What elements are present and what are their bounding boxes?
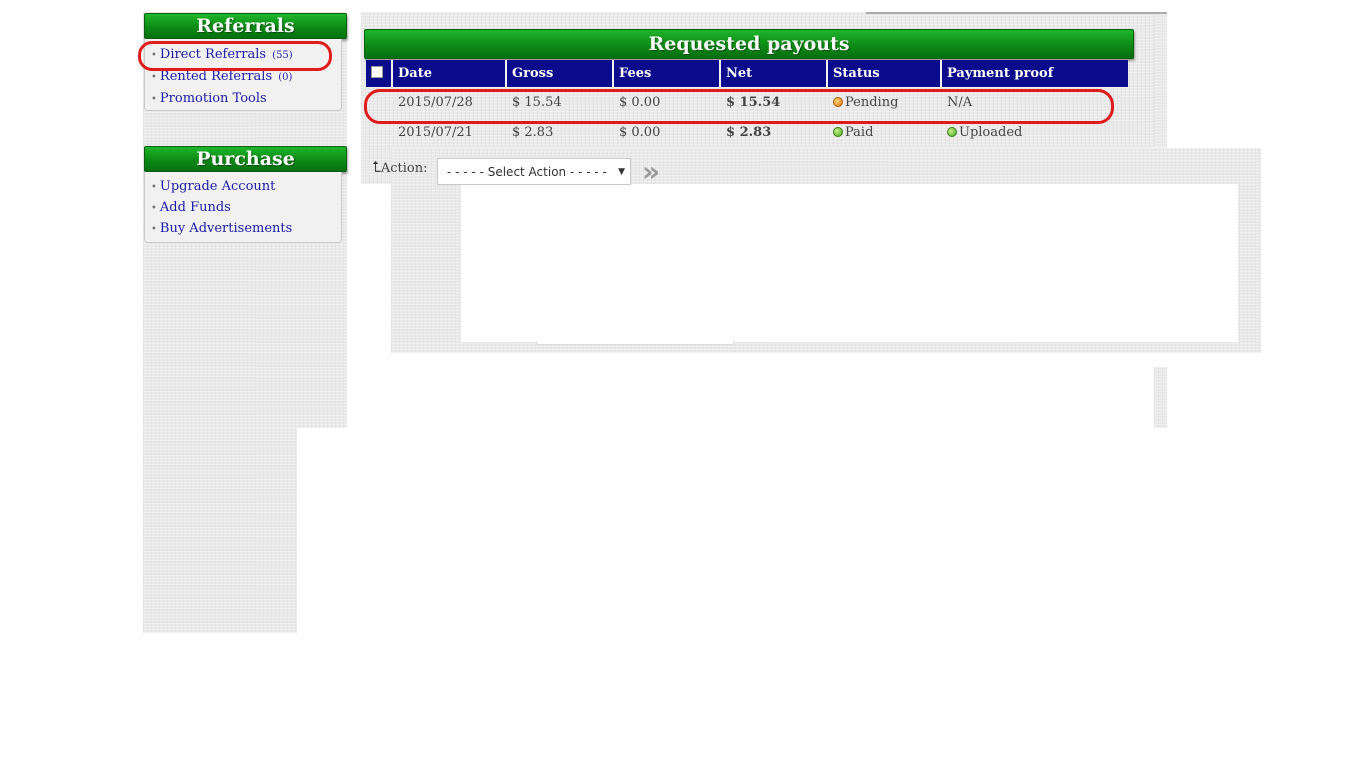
payouts-title: Requested payouts xyxy=(364,29,1134,59)
annotation-highlight-pending-row xyxy=(364,89,1114,124)
menu-item-count: (0) xyxy=(278,72,293,83)
column-header-status[interactable]: Status xyxy=(828,60,942,87)
proof-label: Uploaded xyxy=(959,124,1023,140)
menu-item-upgrade-account[interactable]: • Upgrade Account xyxy=(151,177,341,198)
dropdown-arrow-icon: ▼ xyxy=(618,167,625,177)
double-chevron-right-icon[interactable]: » xyxy=(642,158,670,186)
action-label: Action: xyxy=(380,161,428,176)
bullet-icon: • xyxy=(151,94,157,105)
select-all-header xyxy=(366,60,393,87)
right-strip-lower xyxy=(1154,367,1167,428)
bulk-action-row: ⮤Action: xyxy=(372,158,428,186)
menu-item-label: Rented Referrals xyxy=(159,69,273,84)
menu-item-label: Promotion Tools xyxy=(159,91,267,106)
bullet-icon: • xyxy=(151,182,157,193)
overlay-edge xyxy=(536,341,734,345)
status-label: Paid xyxy=(845,124,874,140)
right-strip xyxy=(1154,14,1167,147)
purchase-title: Purchase xyxy=(144,146,347,172)
uploaded-status-icon xyxy=(947,126,957,137)
bullet-icon: • xyxy=(151,224,157,235)
menu-item-label: Buy Advertisements xyxy=(159,221,293,236)
overlay-blank-area xyxy=(461,184,1238,342)
table-header-row: Date Gross Fees Net Status Payment proof xyxy=(366,60,1128,87)
column-header-fees[interactable]: Fees xyxy=(614,60,721,87)
bullet-icon: • xyxy=(151,72,157,83)
purchase-menu: • Upgrade Account • Add Funds • Buy Adverti… xyxy=(144,172,342,243)
referrals-title: Referrals xyxy=(144,13,347,39)
menu-item-label: Add Funds xyxy=(159,200,231,215)
paid-status-icon xyxy=(833,126,843,137)
select-all-checkbox[interactable] xyxy=(371,65,383,78)
corner-arrow-icon: ⮤ xyxy=(372,158,381,176)
main-panel-top-line xyxy=(866,12,1167,14)
action-select-value: - - - - - Select Action - - - - - xyxy=(447,165,607,179)
column-header-payment-proof[interactable]: Payment proof xyxy=(942,60,1128,87)
menu-item-buy-advertisements[interactable]: • Buy Advertisements xyxy=(151,219,341,240)
bullet-icon: • xyxy=(151,203,157,214)
menu-item-add-funds[interactable]: • Add Funds xyxy=(151,198,341,219)
column-header-date[interactable]: Date xyxy=(393,60,507,87)
annotation-highlight-direct-referrals xyxy=(138,41,332,71)
column-header-gross[interactable]: Gross xyxy=(507,60,614,87)
column-header-net[interactable]: Net xyxy=(721,60,828,87)
menu-item-promotion-tools[interactable]: • Promotion Tools xyxy=(151,88,341,110)
sidebar-background-lower xyxy=(143,428,297,633)
action-select[interactable]: - - - - - Select Action - - - - - ▼ xyxy=(437,158,631,185)
menu-item-label: Upgrade Account xyxy=(159,179,276,194)
